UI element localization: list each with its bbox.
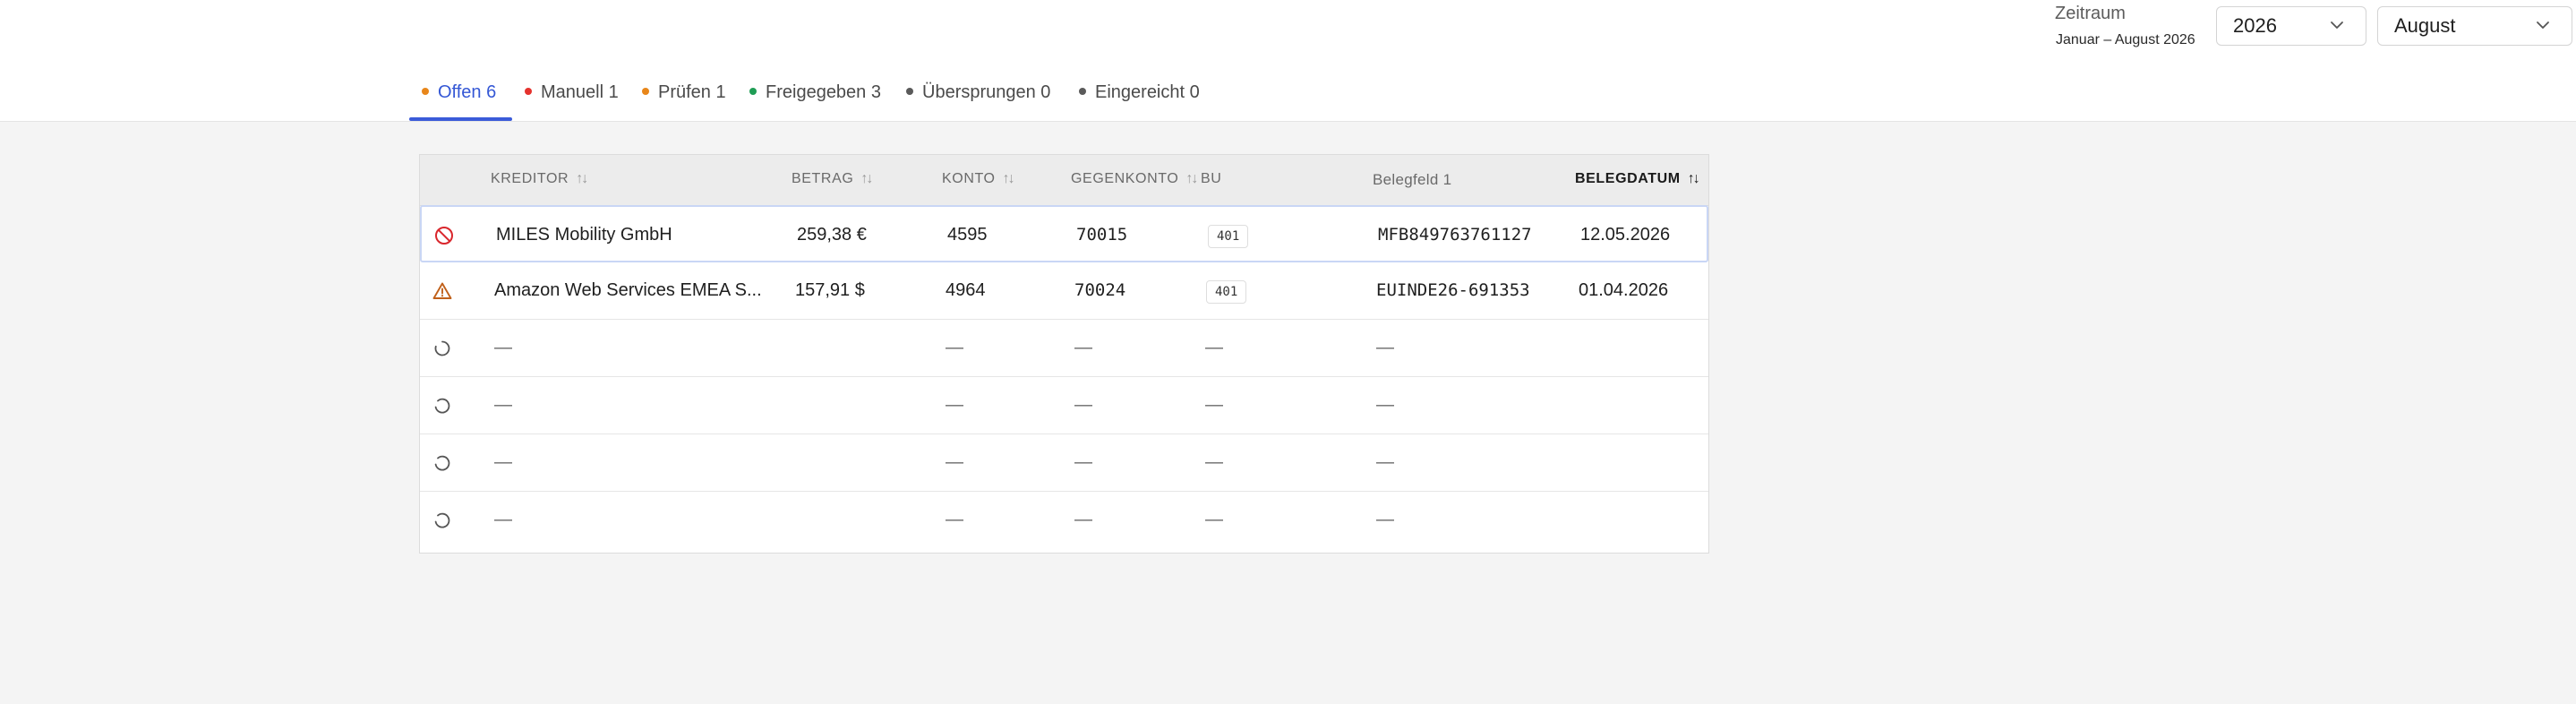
gegenkonto-cell: 70024: [1074, 280, 1126, 300]
tab-eingereicht[interactable]: Eingereicht 0: [1079, 82, 1200, 118]
period-range: Januar – August 2026: [2056, 32, 2195, 47]
column-header-kreditor[interactable]: KREDITOR ↑↓: [491, 171, 588, 187]
belegfeld-cell: —: [1376, 395, 1394, 415]
kreditor-cell: MILES Mobility GmbH: [496, 225, 672, 245]
gegenkonto-cell: 70015: [1076, 225, 1128, 245]
table-row[interactable]: — — — — —: [420, 320, 1708, 377]
column-header-gegenkonto[interactable]: GEGENKONTO ↑↓: [1071, 171, 1198, 187]
konto-cell: 4964: [946, 280, 986, 300]
warning-icon: [432, 282, 452, 299]
gegenkonto-cell: —: [1074, 395, 1092, 415]
loading-icon: [434, 340, 450, 356]
tab-offen[interactable]: Offen 6: [422, 82, 496, 118]
status-dot: [1079, 88, 1086, 95]
tab-label: Freigegeben 3: [766, 82, 881, 102]
loading-icon: [434, 455, 450, 471]
kreditor-cell: —: [494, 510, 512, 529]
active-tab-indicator: [409, 117, 512, 121]
column-header-belegfeld: Belegfeld 1: [1373, 171, 1451, 189]
top-bar: Zeitraum Januar – August 2026 2026 Augus…: [0, 0, 2576, 68]
table-row[interactable]: — — — — —: [420, 377, 1708, 434]
tab-label: Offen 6: [438, 82, 497, 102]
konto-cell: —: [946, 510, 963, 529]
column-label: BELEGDATUM: [1575, 171, 1681, 186]
bu-cell: —: [1205, 338, 1223, 357]
konto-cell: —: [946, 395, 963, 415]
column-header-betrag[interactable]: BETRAG ↑↓: [792, 171, 873, 187]
tab-label: Prüfen 1: [658, 82, 726, 102]
bu-cell: —: [1205, 510, 1223, 529]
belegfeld-cell: EUINDE26-691353: [1376, 280, 1530, 300]
tab-label: Übersprungen 0: [922, 82, 1051, 102]
gegenkonto-cell: —: [1074, 510, 1092, 529]
kreditor-cell: —: [494, 452, 512, 472]
tab-label: Manuell 1: [541, 82, 619, 102]
tab-label: Eingereicht 0: [1095, 82, 1200, 102]
column-header-bu: BU: [1201, 171, 1221, 187]
bu-badge: 401: [1208, 225, 1249, 248]
sort-icon: ↑↓: [1687, 171, 1700, 186]
column-label: KREDITOR: [491, 171, 569, 186]
konto-cell: 4595: [947, 225, 988, 245]
table-row[interactable]: MILES Mobility GmbH 259,38 € 4595 70015 …: [420, 205, 1708, 262]
sort-icon: ↑↓: [1185, 171, 1198, 186]
gegenkonto-cell: —: [1074, 452, 1092, 472]
table-row[interactable]: — — — — —: [420, 492, 1708, 549]
column-label: GEGENKONTO: [1071, 171, 1179, 186]
column-header-konto[interactable]: KONTO ↑↓: [942, 171, 1015, 187]
betrag-cell: 259,38 €: [797, 225, 867, 245]
tab-uebersprungen[interactable]: Übersprungen 0: [906, 82, 1050, 118]
status-dot: [422, 88, 429, 95]
sort-icon: ↑↓: [576, 171, 588, 186]
belegdatum-cell: 01.04.2026: [1579, 280, 1669, 300]
konto-cell: —: [946, 452, 963, 472]
column-label: BETRAG: [792, 171, 854, 186]
status-tabs: Offen 6 Manuell 1 Prüfen 1 Freigegeben 3…: [0, 67, 2576, 122]
betrag-cell: 157,91 $: [795, 280, 865, 300]
column-label: Belegfeld 1: [1373, 171, 1452, 188]
gegenkonto-cell: —: [1074, 338, 1092, 357]
chevron-down-icon: [2537, 21, 2549, 29]
bu-badge: 401: [1206, 280, 1247, 304]
month-select-value: August: [2394, 14, 2456, 37]
column-label: BU: [1201, 171, 1222, 186]
table-row[interactable]: — — — — —: [420, 434, 1708, 492]
invoice-table: KREDITOR ↑↓ BETRAG ↑↓ KONTO ↑↓ GEGENKONTO ↑↓…: [419, 154, 1709, 554]
loading-icon: [434, 512, 450, 528]
column-label: KONTO: [942, 171, 996, 186]
status-dot: [642, 88, 649, 95]
belegfeld-cell: —: [1376, 338, 1394, 357]
kreditor-cell: —: [494, 395, 512, 415]
blocked-icon: [435, 227, 453, 245]
kreditor-cell: Amazon Web Services EMEA S...: [494, 280, 762, 300]
table-row[interactable]: Amazon Web Services EMEA S... 157,91 $ 4…: [420, 262, 1708, 320]
belegfeld-cell: MFB849763761127: [1378, 225, 1532, 245]
kreditor-cell: —: [494, 338, 512, 357]
bu-cell: —: [1205, 395, 1223, 415]
chevron-down-icon: [2331, 21, 2343, 29]
sort-icon: ↑↓: [860, 171, 873, 186]
belegfeld-cell: —: [1376, 510, 1394, 529]
month-select[interactable]: August: [2377, 6, 2572, 46]
tab-manuell[interactable]: Manuell 1: [525, 82, 619, 118]
status-dot: [749, 88, 757, 95]
status-dot: [525, 88, 532, 95]
bu-cell: —: [1205, 452, 1223, 472]
table-header: KREDITOR ↑↓ BETRAG ↑↓ KONTO ↑↓ GEGENKONTO ↑↓…: [420, 155, 1708, 206]
tab-pruefen[interactable]: Prüfen 1: [642, 82, 726, 118]
year-select[interactable]: 2026: [2216, 6, 2366, 46]
loading-icon: [434, 398, 450, 414]
konto-cell: —: [946, 338, 963, 357]
belegdatum-cell: 12.05.2026: [1580, 225, 1671, 245]
tab-freigegeben[interactable]: Freigegeben 3: [749, 82, 881, 118]
column-header-belegdatum[interactable]: BELEGDATUM ↑↓: [1575, 171, 1700, 187]
year-select-value: 2026: [2233, 14, 2277, 37]
sort-icon: ↑↓: [1002, 171, 1015, 186]
status-dot: [906, 88, 913, 95]
period-label: Zeitraum: [2055, 4, 2126, 23]
belegfeld-cell: —: [1376, 452, 1394, 472]
